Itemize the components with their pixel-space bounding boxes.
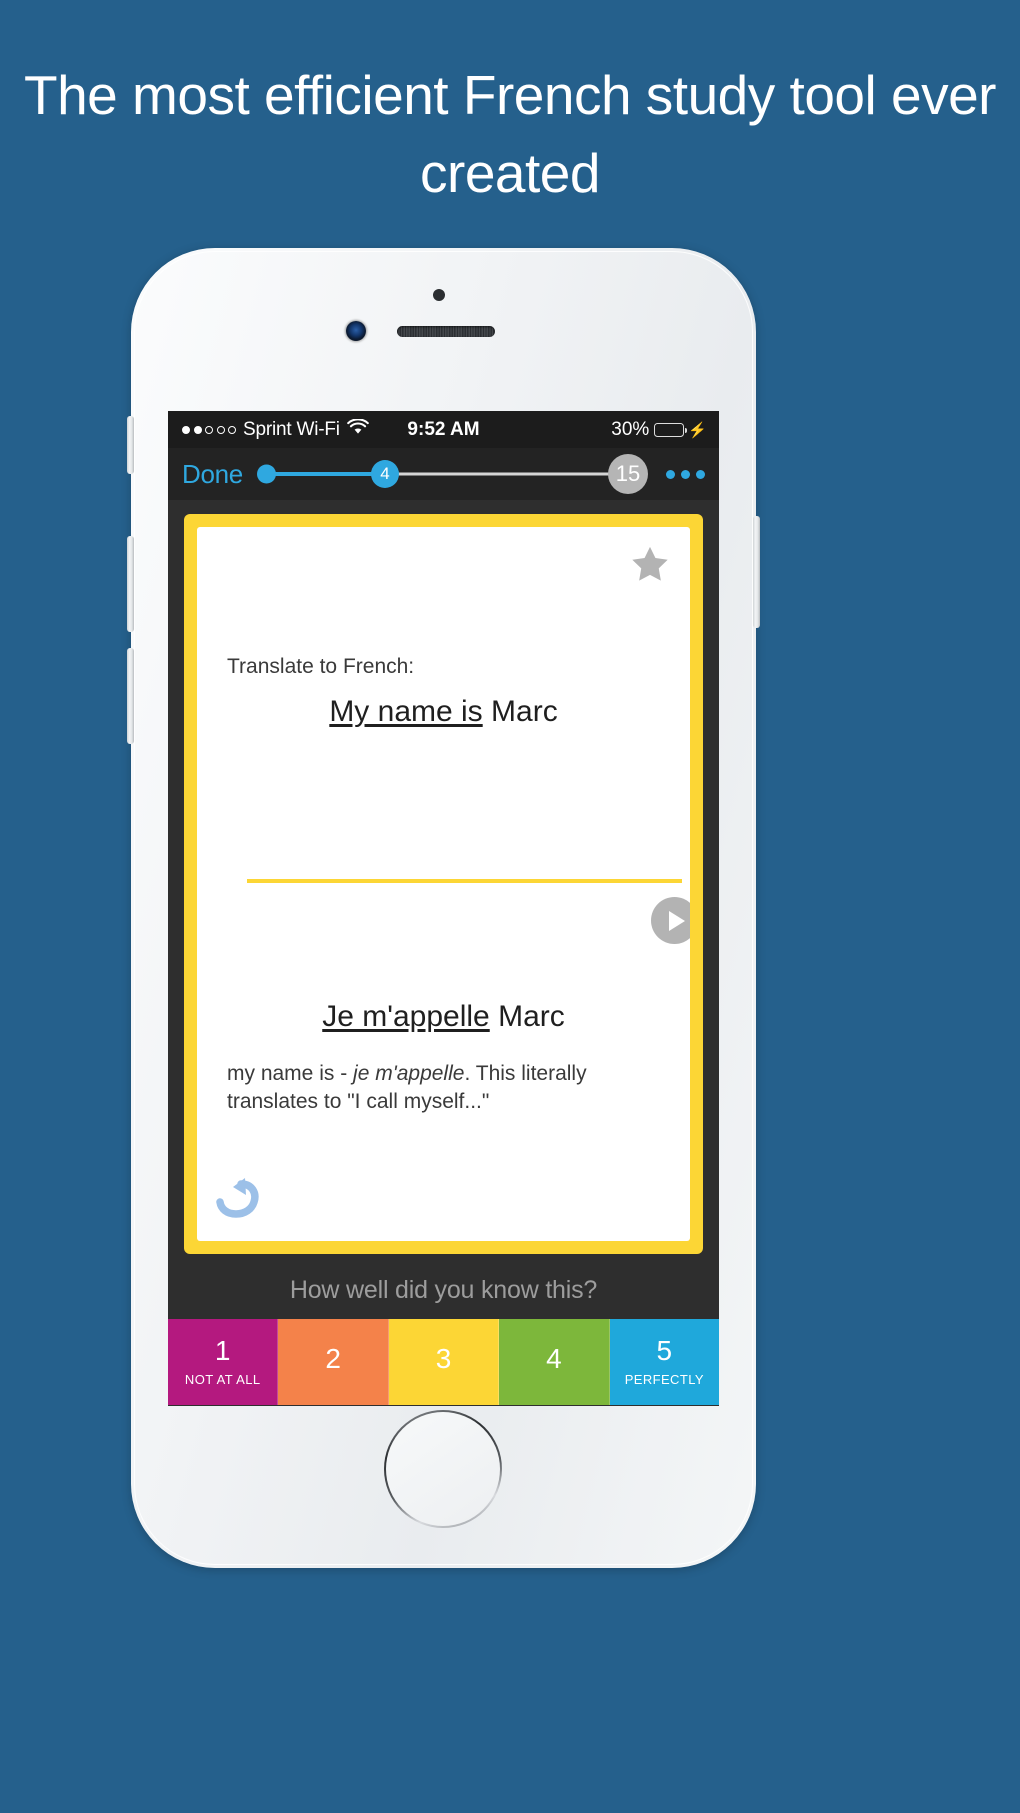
rating-button-1[interactable]: 1 NOT AT ALL bbox=[168, 1319, 279, 1405]
rating-number: 1 bbox=[214, 1335, 231, 1366]
progress-track-remaining bbox=[384, 472, 622, 476]
note-lead: my name is - bbox=[227, 1062, 354, 1085]
answer-underlined-phrase: Je m'appelle bbox=[322, 1000, 490, 1033]
battery-percent-label: 30% bbox=[611, 418, 650, 440]
progress-current-badge[interactable]: 4 bbox=[370, 460, 399, 488]
question-rest-phrase: Marc bbox=[482, 695, 558, 728]
phone-device-frame: Sprint Wi-Fi 9:52 AM 30% ⚡ Done 4 15 Tra… bbox=[127, 248, 760, 1568]
volume-down-button[interactable] bbox=[127, 536, 134, 632]
rating-number: 4 bbox=[546, 1342, 562, 1374]
status-bar-right: 30% ⚡ bbox=[611, 419, 707, 441]
progress-slider[interactable]: 4 15 bbox=[256, 454, 648, 494]
speaker-grille-icon bbox=[397, 326, 495, 337]
play-icon[interactable] bbox=[651, 897, 690, 944]
phone-screen: Sprint Wi-Fi 9:52 AM 30% ⚡ Done 4 15 Tra… bbox=[168, 411, 719, 1406]
rating-prompt: How well did you know this? bbox=[289, 1276, 598, 1304]
rating-number: 3 bbox=[435, 1342, 452, 1374]
progress-start-knob[interactable] bbox=[256, 464, 276, 484]
done-button[interactable]: Done bbox=[182, 459, 243, 490]
rating-button-4[interactable]: 4 bbox=[499, 1319, 610, 1405]
rating-button-5[interactable]: 5 PERFECTLY bbox=[609, 1319, 719, 1405]
flashcard-face: Translate to French: My name is Marc Je … bbox=[197, 527, 690, 1241]
volume-up-button[interactable] bbox=[127, 648, 134, 744]
home-button[interactable] bbox=[384, 1410, 502, 1528]
rating-number: 2 bbox=[325, 1342, 341, 1374]
battery-icon bbox=[654, 422, 688, 437]
power-button[interactable] bbox=[753, 516, 760, 628]
answer-rest-phrase: Marc bbox=[489, 1000, 565, 1033]
flashcard[interactable]: Translate to French: My name is Marc Je … bbox=[184, 514, 703, 1254]
rating-number: 5 bbox=[656, 1335, 673, 1366]
proximity-sensor-icon bbox=[433, 289, 445, 301]
rating-sublabel: NOT AT ALL bbox=[184, 1372, 261, 1387]
navigation-bar: Done 4 15 bbox=[168, 448, 719, 500]
rating-sublabel: PERFECTLY bbox=[624, 1372, 704, 1387]
star-icon[interactable] bbox=[628, 543, 672, 590]
question-text: My name is Marc bbox=[197, 695, 690, 729]
status-bar: Sprint Wi-Fi 9:52 AM 30% ⚡ bbox=[168, 411, 719, 448]
mute-switch[interactable] bbox=[127, 416, 134, 474]
note-italic-phrase: je m'appelle bbox=[353, 1062, 465, 1085]
answer-note: my name is - je m'appelle. This literall… bbox=[227, 1060, 666, 1116]
question-underlined-phrase: My name is bbox=[329, 695, 483, 728]
question-prompt: Translate to French: bbox=[227, 655, 415, 678]
rating-button-2[interactable]: 2 bbox=[278, 1319, 389, 1405]
page-headline: The most efficient French study tool eve… bbox=[24, 64, 997, 205]
front-camera-icon bbox=[346, 321, 366, 341]
flashcard-area: Translate to French: My name is Marc Je … bbox=[168, 500, 719, 1262]
charging-bolt-icon: ⚡ bbox=[688, 421, 707, 439]
rating-button-3[interactable]: 3 bbox=[388, 1319, 500, 1405]
progress-total-badge[interactable]: 15 bbox=[608, 454, 648, 494]
undo-arrow-icon[interactable] bbox=[211, 1176, 263, 1231]
more-options-icon[interactable] bbox=[666, 469, 705, 479]
answer-text: Je m'appelle Marc bbox=[197, 1000, 690, 1034]
rating-buttons-row: 1 NOT AT ALL 2 3 4 5 PERFECTLY bbox=[168, 1319, 719, 1405]
card-divider bbox=[247, 879, 682, 883]
